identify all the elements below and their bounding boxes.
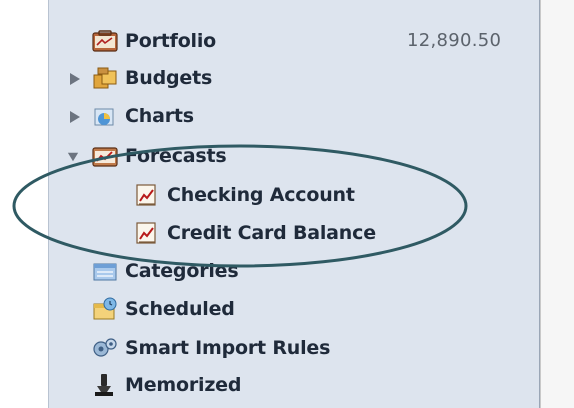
content-pane-edge [540, 0, 574, 408]
smart-import-rules-icon [91, 335, 119, 361]
sidebar-item-label: Forecasts [125, 145, 227, 167]
sidebar-item-smart-import-rules[interactable]: Smart Import Rules [91, 333, 330, 363]
disclosure-triangle-collapsed-icon[interactable] [69, 110, 81, 124]
sidebar-item-categories[interactable]: Categories [91, 256, 239, 286]
app-window: Portfolio 12,890.50 Budgets Charts Forec… [0, 0, 574, 408]
sidebar-item-label: Checking Account [167, 184, 355, 206]
forecast-chart-icon [133, 182, 161, 208]
sidebar-item-label: Memorized [125, 374, 242, 396]
charts-icon [91, 103, 119, 129]
sidebar: Portfolio 12,890.50 Budgets Charts Forec… [48, 0, 540, 408]
sidebar-item-scheduled[interactable]: Scheduled [91, 294, 235, 324]
disclosure-triangle-expanded-icon[interactable] [67, 150, 79, 164]
sidebar-item-checking-account[interactable]: Checking Account [133, 180, 355, 210]
scheduled-icon [91, 296, 119, 322]
sidebar-item-memorized[interactable]: Memorized [91, 370, 241, 400]
portfolio-balance: 12,890.50 [407, 30, 502, 51]
portfolio-icon [91, 28, 119, 54]
sidebar-item-portfolio[interactable]: Portfolio 12,890.50 [91, 26, 539, 56]
sidebar-item-charts[interactable]: Charts [91, 101, 194, 131]
sidebar-item-budgets[interactable]: Budgets [91, 63, 212, 93]
sidebar-item-label: Budgets [125, 67, 213, 89]
sidebar-item-label: Categories [125, 260, 239, 282]
forecasts-icon [91, 143, 119, 169]
budgets-icon [91, 65, 119, 91]
disclosure-triangle-collapsed-icon[interactable] [69, 72, 81, 86]
sidebar-item-credit-card-balance[interactable]: Credit Card Balance [133, 218, 376, 248]
sidebar-item-label: Smart Import Rules [125, 337, 331, 359]
sidebar-item-label: Scheduled [125, 298, 235, 320]
sidebar-item-label: Portfolio [125, 30, 217, 52]
sidebar-item-label: Charts [125, 105, 194, 127]
memorized-icon [91, 372, 119, 398]
sidebar-item-label: Credit Card Balance [167, 222, 376, 244]
categories-icon [91, 258, 119, 284]
sidebar-item-forecasts[interactable]: Forecasts [91, 141, 227, 171]
forecast-chart-icon [133, 220, 161, 246]
